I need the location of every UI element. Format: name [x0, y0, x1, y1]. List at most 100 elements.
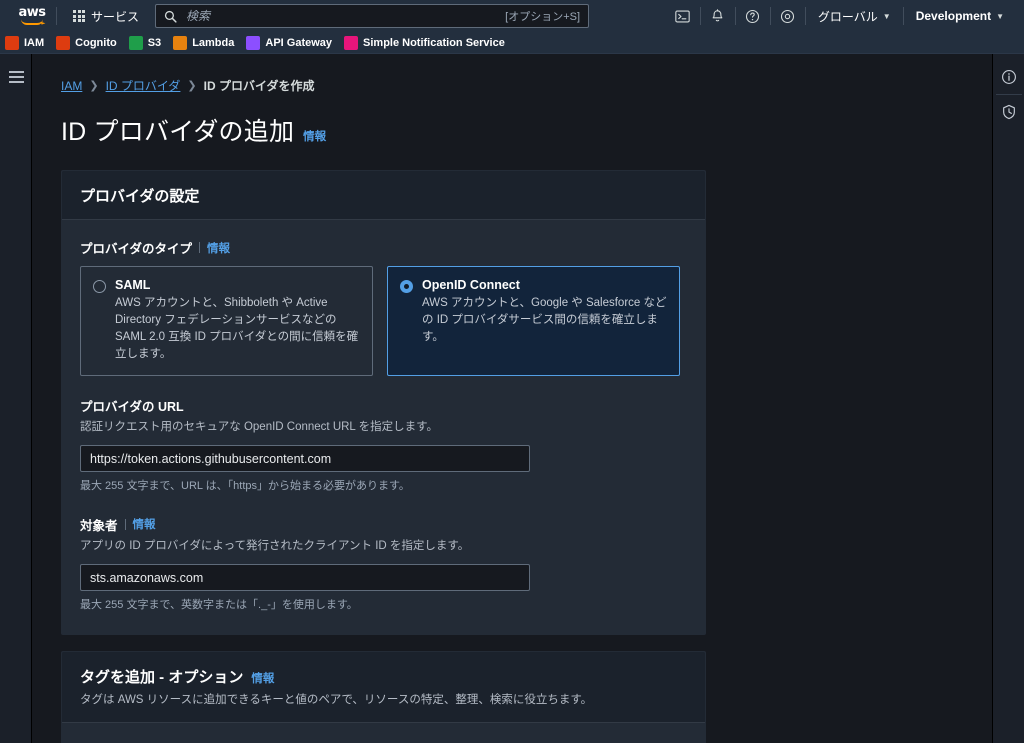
tags-panel-subtitle: タグは AWS リソースに追加できるキーと値のペアで、リソースの特定、整理、検索… [80, 693, 593, 706]
service-shortcut-bar: IAM Cognito S3 Lambda API Gateway Simple… [0, 32, 1024, 54]
shortcut-label: Lambda [192, 36, 235, 49]
search-shortcut-hint: [オプション+S] [505, 11, 581, 23]
top-navigation-right-group: グローバル ▼ Development ▼ [668, 0, 1024, 32]
aws-logo-smile [21, 19, 43, 25]
option-title: OpenID Connect [422, 278, 520, 292]
lambda-service-icon [173, 35, 188, 50]
breadcrumb-item-identity-providers[interactable]: ID プロバイダ [106, 77, 181, 94]
chevron-down-icon: ▼ [882, 11, 891, 21]
top-navigation-bar: aws サービス [オプション+S] [0, 0, 1024, 32]
search-input[interactable] [184, 8, 506, 24]
nav-divider [56, 7, 57, 25]
breadcrumb-separator-icon: ❯ [89, 80, 99, 92]
shortcut-label: API Gateway [265, 36, 333, 49]
page-title-row: ID プロバイダの追加 情報 [61, 112, 991, 148]
provider-panel-body: プロバイダのタイプ 情報 SAML AWS アカウントと、Shibboleth … [62, 220, 705, 634]
api-gateway-service-icon [246, 35, 261, 50]
audience-label: 対象者 [80, 518, 118, 533]
radio-icon[interactable] [400, 280, 413, 293]
breadcrumb-item-create: ID プロバイダを作成 [203, 79, 315, 93]
nav-divider [902, 7, 904, 25]
shortcut-s3[interactable]: S3 [124, 32, 168, 54]
shortcut-iam[interactable]: IAM [0, 32, 51, 54]
shortcut-cognito[interactable]: Cognito [51, 32, 124, 54]
panel-gap [33, 635, 991, 651]
tags-title-row: タグを追加 - オプション 情報 [80, 666, 687, 687]
audience-field: 対象者 情報 アプリの ID プロバイダによって発行されたクライアント ID を… [80, 515, 687, 614]
provider-url-description: 認証リクエスト用のセキュアな OpenID Connect URL を指定します… [80, 421, 438, 434]
iam-service-icon [5, 35, 19, 50]
audience-info-link[interactable]: 情報 [133, 516, 156, 532]
provider-url-hint: 最大 255 文字まで、URL は、「https」から始まる必要があります。 [80, 480, 410, 493]
nav-divider [699, 7, 701, 25]
page-title: ID プロバイダの追加 [61, 118, 295, 146]
tags-info-link[interactable]: 情報 [251, 670, 274, 686]
shield-security-icon[interactable] [993, 95, 1024, 129]
shortcut-label: Cognito [75, 36, 117, 49]
audience-input[interactable] [80, 564, 530, 592]
option-title: SAML [115, 278, 151, 292]
label-divider [124, 518, 126, 530]
tags-panel-title: タグを追加 - オプション [80, 668, 244, 686]
provider-type-radio-group: SAML AWS アカウントと、Shibboleth や Active Dire… [80, 266, 687, 377]
audience-label-row: 対象者 情報 [80, 515, 687, 534]
account-selector[interactable]: Development ▼ [906, 0, 1014, 32]
radio-icon[interactable] [93, 280, 106, 293]
notifications-bell-icon[interactable] [703, 0, 733, 32]
provider-url-field: プロバイダの URL 認証リクエスト用のセキュアな OpenID Connect… [80, 396, 687, 495]
breadcrumb-separator-icon: ❯ [187, 80, 197, 92]
main-content-area: IAM ❯ ID プロバイダ ❯ ID プロバイダを作成 ID プロバイダの追加… [33, 54, 991, 743]
provider-type-option-oidc[interactable]: OpenID Connect AWS アカウントと、Google や Sales… [387, 266, 680, 377]
services-menu-button[interactable]: サービス [65, 5, 147, 28]
info-panel-icon[interactable] [993, 60, 1024, 94]
audience-hint: 最大 255 文字まで、英数字または「._-」を使用します。 [80, 599, 358, 612]
shortcut-lambda[interactable]: Lambda [168, 32, 241, 54]
label-divider [199, 242, 201, 253]
left-navigation-rail [0, 54, 32, 743]
provider-configuration-panel: プロバイダの設定 プロバイダのタイプ 情報 SAML AWS アカウントと、Sh… [61, 170, 706, 635]
nav-divider [804, 7, 806, 25]
breadcrumb-item-iam[interactable]: IAM [61, 79, 82, 93]
option-description: AWS アカウントと、Google や Salesforce などの ID プロ… [422, 297, 667, 344]
provider-type-label: プロバイダのタイプ [80, 242, 193, 256]
provider-type-info-link[interactable]: 情報 [207, 240, 230, 256]
shortcut-label: Simple Notification Service [363, 36, 505, 49]
shortcut-sns[interactable]: Simple Notification Service [339, 32, 512, 54]
settings-gear-icon[interactable] [773, 0, 803, 32]
sns-service-icon [344, 35, 359, 50]
help-question-icon[interactable] [738, 0, 768, 32]
provider-panel-header: プロバイダの設定 [62, 171, 705, 220]
aws-console-page: aws サービス [オプション+S] [0, 0, 1024, 743]
aws-logo[interactable]: aws [10, 5, 54, 25]
shortcut-label: IAM [24, 36, 45, 49]
nav-divider [769, 7, 771, 25]
account-label: Development [915, 9, 992, 23]
right-utility-rail [992, 54, 1024, 743]
audience-description: アプリの ID プロバイダによって発行されたクライアント ID を指定します。 [80, 539, 470, 552]
provider-type-label-row: プロバイダのタイプ 情報 [80, 238, 687, 257]
shortcut-label: S3 [147, 36, 162, 49]
hamburger-menu-icon[interactable] [0, 60, 32, 94]
option-description: AWS アカウントと、Shibboleth や Active Directory… [115, 297, 359, 361]
provider-url-label: プロバイダの URL [80, 400, 184, 415]
region-label: グローバル [817, 9, 878, 24]
breadcrumb: IAM ❯ ID プロバイダ ❯ ID プロバイダを作成 [61, 77, 991, 94]
services-menu-label: サービス [91, 9, 140, 24]
page-info-link[interactable]: 情報 [303, 128, 326, 144]
region-selector[interactable]: グローバル ▼ [808, 0, 901, 32]
tags-panel: タグを追加 - オプション 情報 タグは AWS リソースに追加できるキーと値の… [61, 650, 706, 743]
global-search-box[interactable]: [オプション+S] [155, 4, 590, 28]
nav-divider [734, 7, 736, 25]
shortcut-api-gateway[interactable]: API Gateway [241, 32, 339, 54]
aws-logo-wordmark: aws [18, 5, 46, 20]
provider-url-input[interactable] [80, 445, 530, 473]
chevron-down-icon: ▼ [996, 11, 1004, 21]
search-icon [164, 10, 177, 23]
s3-service-icon [128, 35, 143, 50]
cloudshell-icon[interactable] [668, 0, 698, 32]
provider-type-option-saml[interactable]: SAML AWS アカウントと、Shibboleth や Active Dire… [80, 266, 373, 377]
provider-panel-title: プロバイダの設定 [80, 188, 200, 205]
tags-panel-header: タグを追加 - オプション 情報 タグは AWS リソースに追加できるキーと値の… [62, 651, 705, 723]
grid-apps-icon [73, 10, 85, 22]
tags-panel-body: リソースに関連付けられたタグはありません。 新しいタグを追加する 最大 50 個… [62, 723, 705, 743]
